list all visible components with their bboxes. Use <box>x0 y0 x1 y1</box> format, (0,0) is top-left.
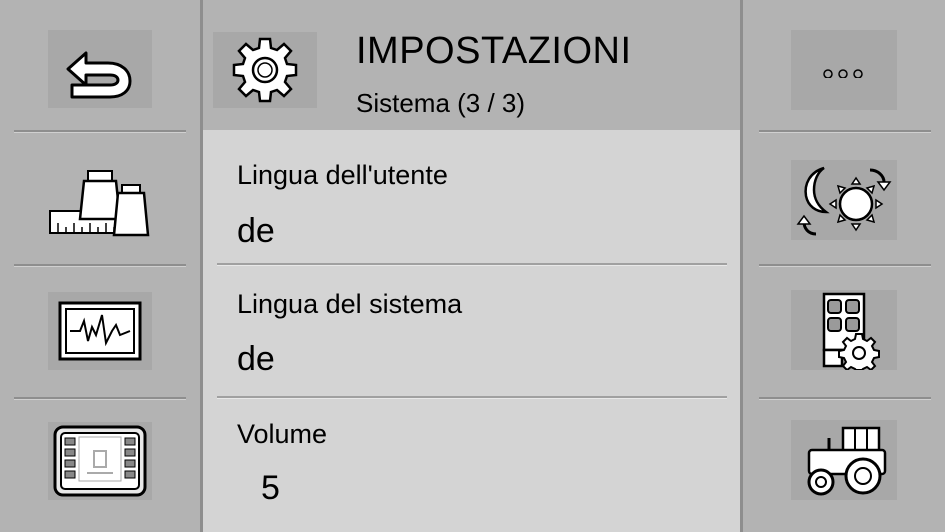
keypad-settings-button[interactable] <box>791 290 897 370</box>
setting-value: de <box>237 340 275 378</box>
right-separator <box>759 130 931 133</box>
weights-button[interactable] <box>48 163 152 241</box>
setting-value: de <box>237 212 275 250</box>
more-dots-icon <box>823 69 863 78</box>
item-separator <box>217 263 727 266</box>
setting-user-language[interactable]: Lingua dell'utente de <box>203 130 740 266</box>
left-separator <box>14 130 186 133</box>
header: IMPOSTAZIONI Sistema (3 / 3) <box>203 0 740 130</box>
ecg-monitor-icon <box>58 301 142 361</box>
setting-label: Lingua dell'utente <box>237 160 448 190</box>
terminal-screen-icon <box>53 425 147 497</box>
terminal-button[interactable] <box>48 422 152 500</box>
settings-panel: IMPOSTAZIONI Sistema (3 / 3) Lingua dell… <box>203 0 740 532</box>
header-icon-box <box>213 32 317 108</box>
setting-system-language[interactable]: Lingua del sistema de <box>203 266 740 399</box>
setting-label: Volume <box>237 419 328 449</box>
page-subtitle: Sistema (3 / 3) <box>356 88 526 118</box>
right-separator <box>759 397 931 400</box>
right-toolbar <box>743 0 945 532</box>
gear-icon <box>232 37 298 103</box>
day-night-button[interactable] <box>791 160 897 240</box>
item-separator <box>217 396 727 399</box>
back-button[interactable] <box>48 30 152 108</box>
left-separator <box>14 397 186 400</box>
setting-label: Lingua del sistema <box>237 289 463 319</box>
back-arrow-icon <box>66 51 132 99</box>
keypad-settings-icon <box>822 292 880 370</box>
monitor-button[interactable] <box>48 292 152 370</box>
right-separator <box>759 264 931 267</box>
tractor-button[interactable] <box>791 420 897 500</box>
day-night-icon <box>796 166 892 236</box>
weights-scale-icon <box>49 170 150 237</box>
left-toolbar <box>0 0 200 532</box>
left-separator <box>14 264 186 267</box>
setting-value: 5 <box>261 469 280 507</box>
more-button[interactable] <box>791 30 897 110</box>
settings-list: Lingua dell'utente de Lingua del sistema… <box>203 130 740 532</box>
tractor-icon <box>807 426 887 496</box>
setting-volume[interactable]: Volume 5 <box>203 399 740 529</box>
page-title: IMPOSTAZIONI <box>356 30 632 72</box>
